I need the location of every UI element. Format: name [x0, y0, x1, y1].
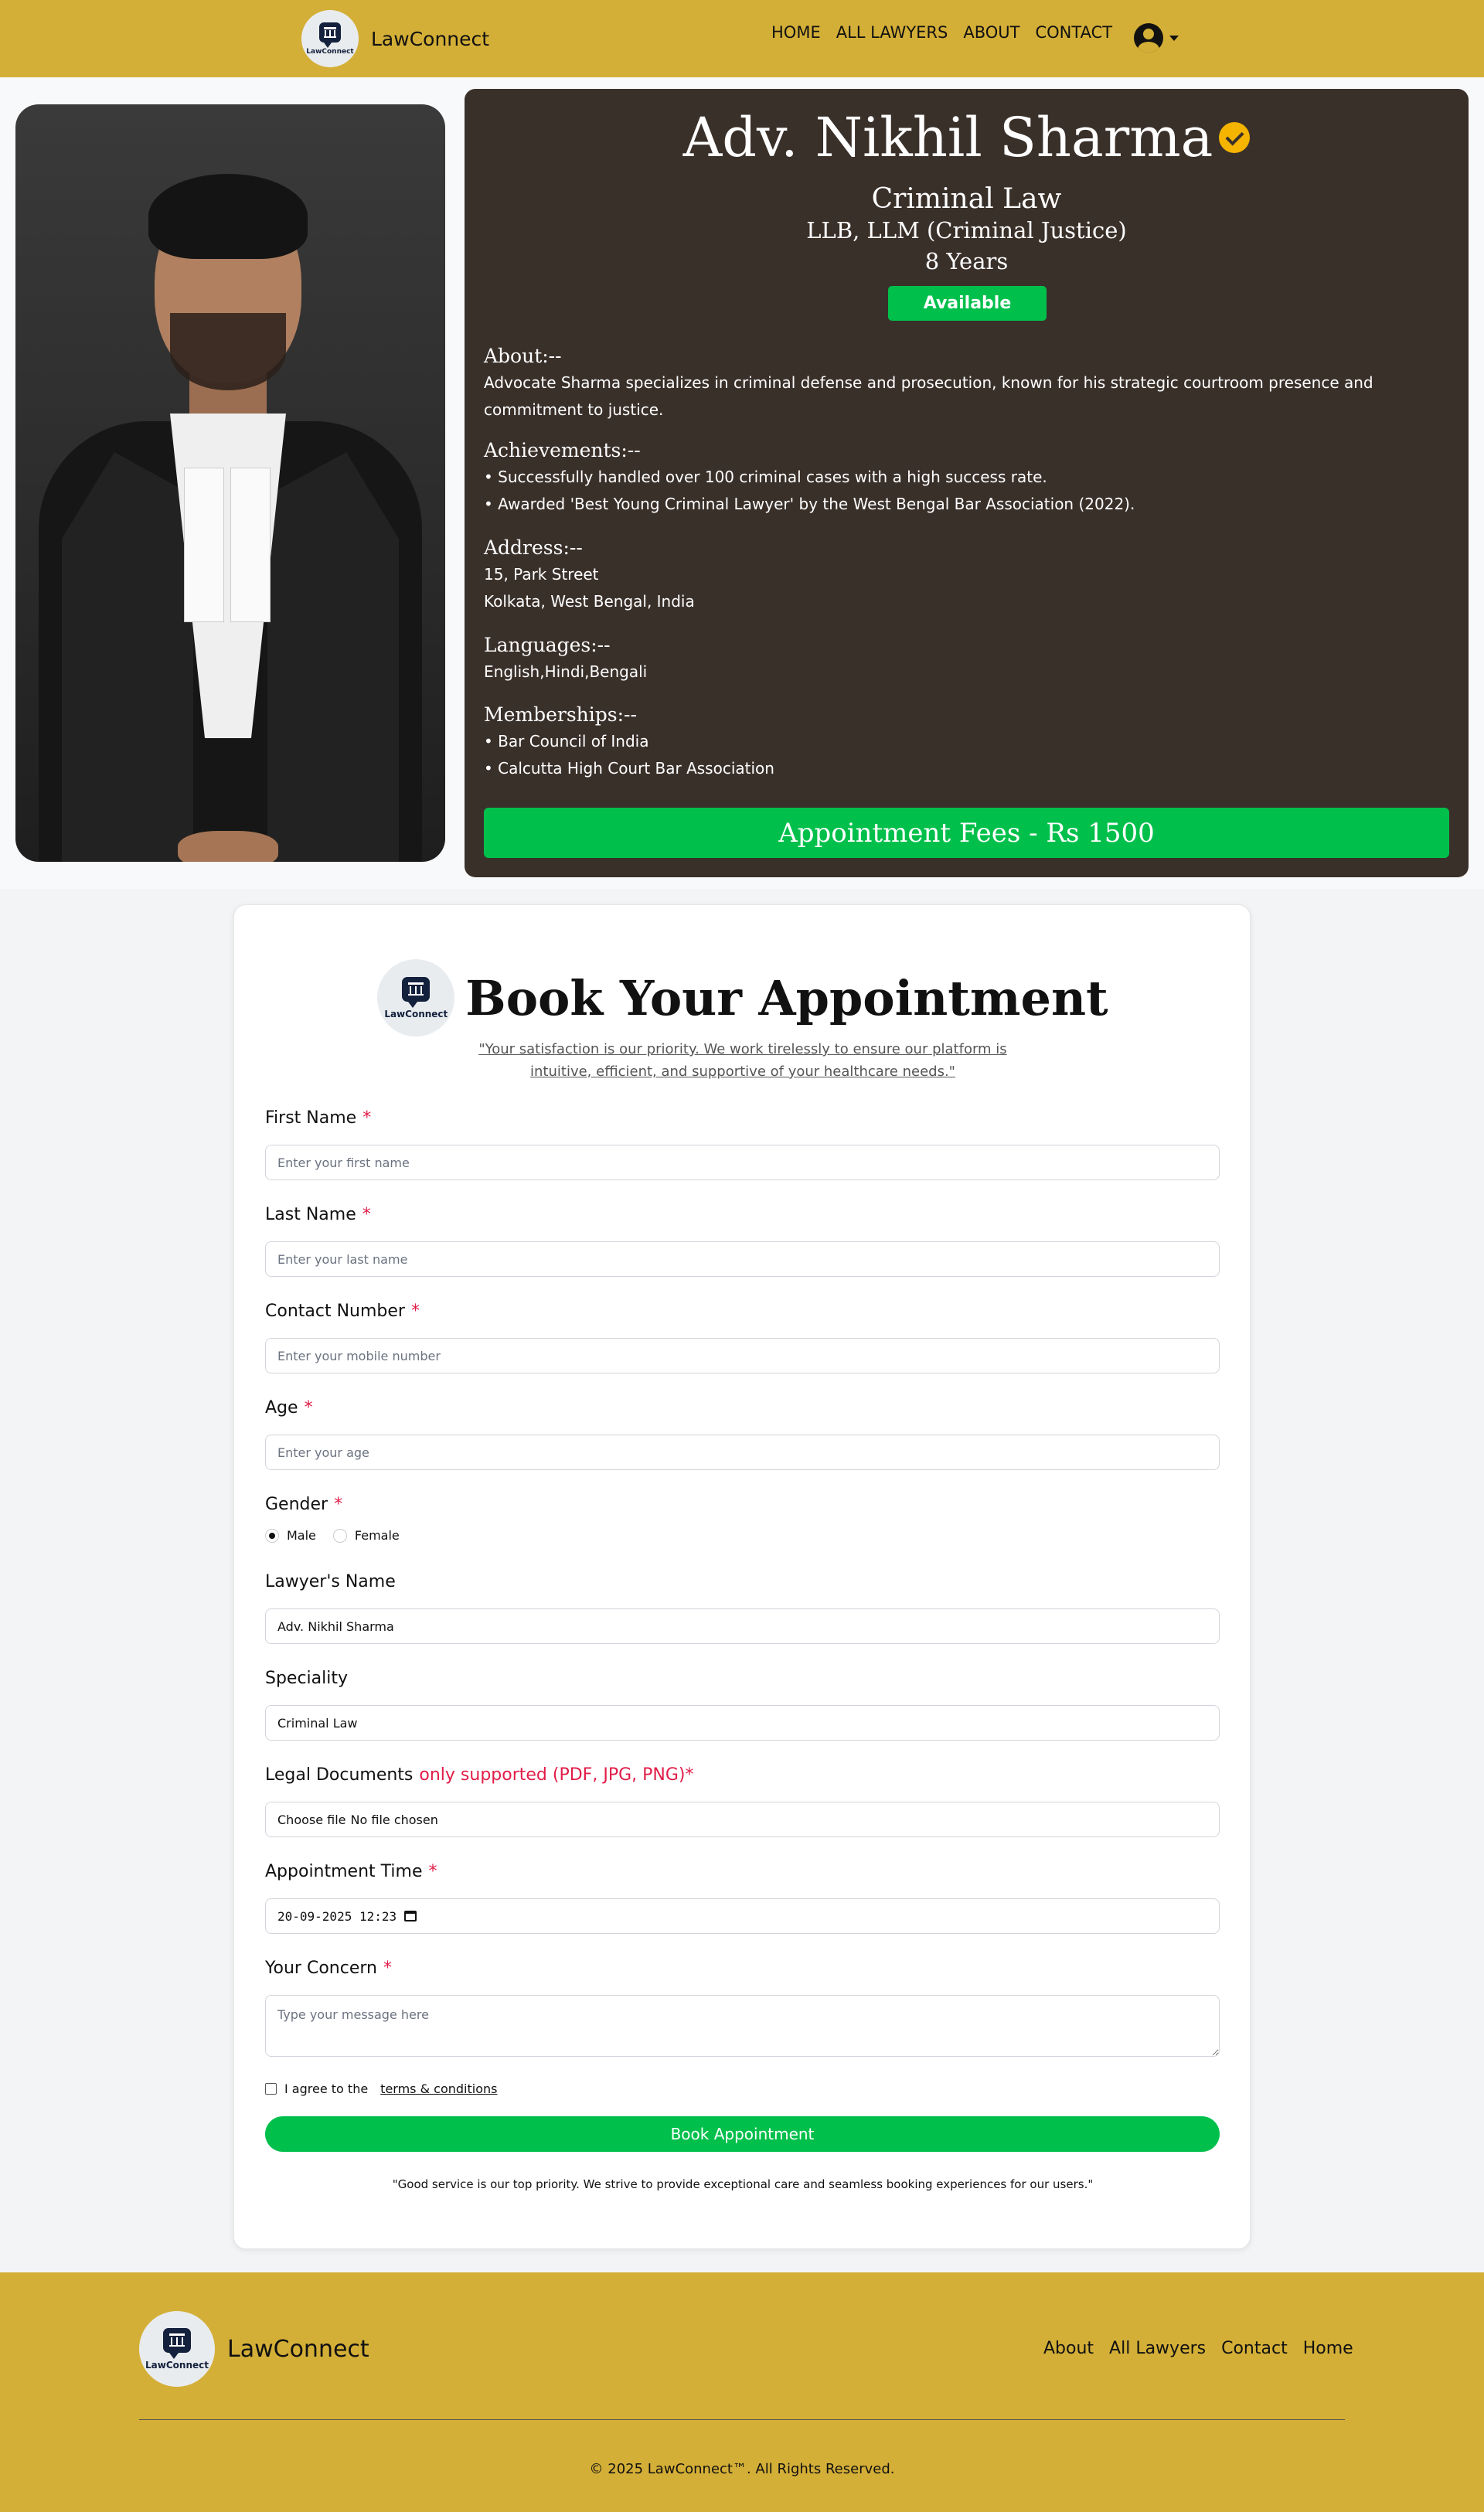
footer-brand[interactable]: LawConnect LawConnect [139, 2311, 369, 2387]
terms-checkbox[interactable] [265, 2083, 277, 2095]
chevron-down-icon [1169, 35, 1179, 41]
speciality-input[interactable] [265, 1705, 1220, 1741]
form-title: Book Your Appointment [465, 969, 1108, 1026]
first-name-input[interactable] [265, 1145, 1220, 1180]
nav-link-contact[interactable]: CONTACT [1035, 23, 1112, 42]
terms-agreement: I agree to the terms & conditions [265, 2081, 497, 2096]
appointment-form-card: LawConnect Book Your Appointment "Your s… [233, 904, 1251, 2249]
form-footer-note: "Good service is our top priority. We st… [392, 2177, 1094, 2191]
file-status: No file chosen [350, 1812, 438, 1827]
appointment-fee-button[interactable]: Appointment Fees - Rs 1500 [484, 808, 1449, 858]
nav-link-all-lawyers[interactable]: ALL LAWYERS [836, 23, 948, 42]
courthouse-icon [163, 2327, 191, 2359]
status-badge: Available [888, 286, 1047, 321]
concern-label: Your Concern * [265, 1959, 392, 1978]
agree-text: I agree to the [284, 2081, 369, 2096]
address-section: Address:-- 15, Park Street Kolkata, West… [484, 534, 1450, 615]
brand-logo: LawConnect [301, 10, 359, 67]
nav-link-about[interactable]: ABOUT [963, 23, 1019, 42]
lawyer-name: Adv. Nikhil Sharma [682, 106, 1213, 169]
address-heading: Address:-- [484, 536, 583, 559]
book-appointment-button[interactable]: Book Appointment [265, 2116, 1220, 2152]
achievements-section: Achievements:-- • Successfully handled o… [484, 437, 1450, 518]
gender-option-label: Female [354, 1528, 400, 1543]
languages-text: English,Hindi,Bengali [484, 662, 648, 681]
achievements-heading: Achievements:-- [484, 439, 641, 461]
address-line: 15, Park Street [484, 565, 599, 584]
lawyer-name-label: Lawyer's Name [265, 1572, 396, 1591]
nav-links: HOME ALL LAWYERS ABOUT CONTACT [771, 23, 1112, 42]
footer-link-all-lawyers[interactable]: All Lawyers [1109, 2339, 1206, 2358]
footer-logo: LawConnect [139, 2311, 215, 2387]
brand-name: LawConnect [371, 27, 490, 50]
languages-section: Languages:-- English,Hindi,Bengali [484, 631, 1450, 686]
gender-radio-female[interactable] [332, 1528, 347, 1543]
lawyer-degree: LLB, LLM (Criminal Justice) [806, 217, 1127, 243]
concern-textarea[interactable] [265, 1995, 1220, 2057]
gender-radio-male[interactable] [265, 1528, 279, 1543]
gender-label: Gender * [265, 1495, 343, 1514]
terms-link[interactable]: terms & conditions [380, 2081, 497, 2096]
logo-text: LawConnect [384, 1008, 448, 1019]
form-logo: LawConnect [377, 959, 455, 1036]
footer: LawConnect LawConnect About All Lawyers … [0, 2272, 1484, 2512]
lawyer-info-card: Adv. Nikhil Sharma Criminal Law LLB, LLM… [465, 89, 1469, 877]
first-name-label: First Name * [265, 1108, 372, 1128]
courthouse-icon [402, 976, 431, 1008]
about-text: Advocate Sharma specializes in criminal … [484, 373, 1373, 419]
legal-documents-label: Legal Documents only supported (PDF, JPG,… [265, 1765, 694, 1785]
logo-text: LawConnect [145, 2359, 209, 2371]
choose-file-button[interactable]: Choose file [277, 1813, 346, 1827]
age-input[interactable] [265, 1435, 1220, 1470]
gender-options: Male Female [265, 1528, 400, 1543]
footer-divider [139, 2419, 1345, 2420]
languages-heading: Languages:-- [484, 634, 611, 656]
calendar-icon[interactable] [404, 1911, 417, 1921]
appointment-time-value: 20-09-2025 12:23 [277, 1908, 397, 1924]
verified-icon [1219, 122, 1251, 153]
copyright: © 2025 LawConnect™. All Rights Reserved. [589, 2461, 895, 2477]
brand[interactable]: LawConnect LawConnect [301, 10, 489, 67]
age-label: Age * [265, 1398, 313, 1418]
address-line: Kolkata, West Bengal, India [484, 592, 695, 611]
gender-option-label: Male [287, 1528, 316, 1543]
appointment-time-label: Appointment Time * [265, 1862, 437, 1881]
nav-link-home[interactable]: HOME [771, 23, 821, 42]
contact-number-label: Contact Number * [265, 1302, 420, 1321]
memberships-section: Memberships:-- • Bar Council of India • … [484, 701, 1450, 782]
legal-documents-file-input[interactable]: Choose file No file chosen [265, 1802, 1220, 1837]
footer-links: About All Lawyers Contact Home [1043, 2339, 1353, 2358]
membership-item: • Calcutta High Court Bar Association [484, 759, 774, 778]
courthouse-icon [319, 22, 341, 48]
footer-link-about[interactable]: About [1043, 2339, 1094, 2358]
memberships-heading: Memberships:-- [484, 703, 637, 726]
form-title-row: LawConnect Book Your Appointment [234, 959, 1251, 1036]
logo-text: LawConnect [306, 47, 354, 56]
appointment-time-input[interactable]: 20-09-2025 12:23 [265, 1898, 1220, 1934]
form-quote: "Your satisfaction is our priority. We w… [478, 1041, 1007, 1080]
membership-item: • Bar Council of India [484, 732, 649, 751]
footer-brand-name: LawConnect [227, 2335, 369, 2363]
lawyer-photo [15, 104, 445, 862]
about-section: About:-- Advocate Sharma specializes in … [484, 342, 1450, 424]
achievement-item: • Awarded 'Best Young Criminal Lawyer' b… [484, 495, 1135, 513]
speciality-label: Speciality [265, 1669, 349, 1688]
lawyer-speciality: Criminal Law [871, 183, 1062, 215]
user-menu[interactable] [1134, 23, 1179, 53]
lawyer-experience: 8 Years [924, 248, 1009, 274]
lawyer-name-input[interactable] [265, 1608, 1220, 1644]
footer-link-home[interactable]: Home [1303, 2339, 1353, 2358]
last-name-input[interactable] [265, 1241, 1220, 1277]
footer-link-contact[interactable]: Contact [1221, 2339, 1288, 2358]
navbar: LawConnect LawConnect HOME ALL LAWYERS A… [0, 0, 1484, 77]
last-name-label: Last Name * [265, 1205, 371, 1224]
contact-number-input[interactable] [265, 1338, 1220, 1373]
lawyer-name-row: Adv. Nikhil Sharma [465, 106, 1469, 169]
achievement-item: • Successfully handled over 100 criminal… [484, 468, 1047, 486]
about-heading: About:-- [484, 345, 562, 367]
user-avatar-icon [1134, 23, 1163, 53]
